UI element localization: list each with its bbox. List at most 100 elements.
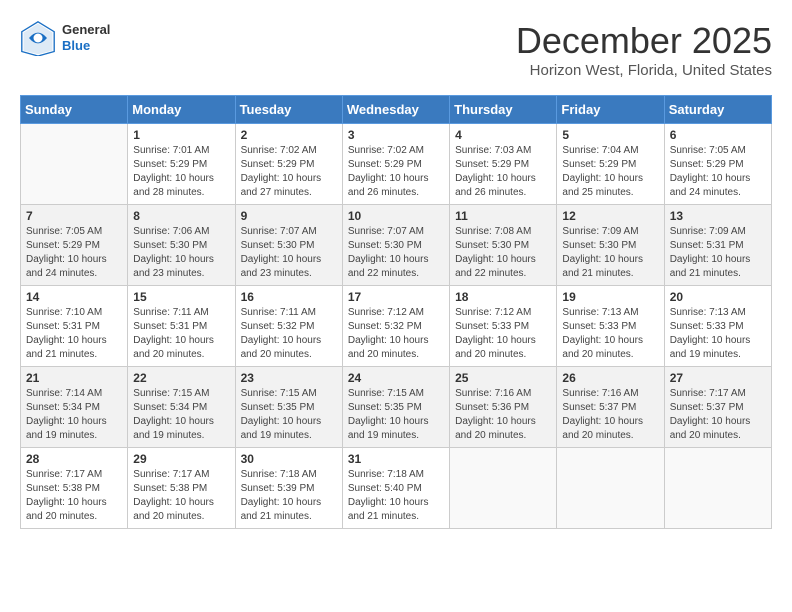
day-info: Sunrise: 7:13 AM Sunset: 5:33 PM Dayligh… xyxy=(670,306,766,362)
day-number: 28 xyxy=(26,452,122,466)
calendar-cell: 8Sunrise: 7:06 AM Sunset: 5:30 PM Daylig… xyxy=(128,205,235,286)
day-number: 17 xyxy=(348,290,444,304)
day-info: Sunrise: 7:13 AM Sunset: 5:33 PM Dayligh… xyxy=(562,306,658,362)
month-title: December 2025 xyxy=(516,20,772,62)
day-number: 9 xyxy=(241,209,337,223)
day-info: Sunrise: 7:15 AM Sunset: 5:34 PM Dayligh… xyxy=(133,387,229,443)
day-header-monday: Monday xyxy=(128,96,235,124)
day-info: Sunrise: 7:09 AM Sunset: 5:31 PM Dayligh… xyxy=(670,225,766,281)
day-info: Sunrise: 7:16 AM Sunset: 5:37 PM Dayligh… xyxy=(562,387,658,443)
day-info: Sunrise: 7:07 AM Sunset: 5:30 PM Dayligh… xyxy=(241,225,337,281)
day-number: 26 xyxy=(562,371,658,385)
calendar-cell: 11 Sunrise: 7:08 AM Sunset: 5:30 PM Dayli… xyxy=(450,205,557,286)
day-number: 11 xyxy=(455,209,551,223)
calendar-week-row: 7 Sunrise: 7:05 AM Sunset: 5:29 PM Daylig… xyxy=(21,205,772,286)
day-number: 6 xyxy=(670,128,766,142)
calendar-cell: 31 Sunrise: 7:18 AM Sunset: 5:40 PM Dayli… xyxy=(342,448,449,529)
calendar-cell: 2 Sunrise: 7:02 AM Sunset: 5:29 PM Daylig… xyxy=(235,124,342,205)
calendar-cell: 18 Sunrise: 7:12 AM Sunset: 5:33 PM Dayli… xyxy=(450,286,557,367)
day-header-saturday: Saturday xyxy=(664,96,771,124)
day-info: Sunrise: 7:05 AM Sunset: 5:29 PM Dayligh… xyxy=(26,225,122,281)
calendar-table: SundayMondayTuesdayWednesdayThursdayFrid… xyxy=(20,95,772,529)
day-number: 5 xyxy=(562,128,658,142)
day-number: 12 xyxy=(562,209,658,223)
calendar-cell: 12Sunrise: 7:09 AM Sunset: 5:30 PM Dayli… xyxy=(557,205,664,286)
day-info: Sunrise: 7:16 AM Sunset: 5:36 PM Dayligh… xyxy=(455,387,551,443)
day-number: 18 xyxy=(455,290,551,304)
day-number: 24 xyxy=(348,371,444,385)
day-number: 29 xyxy=(133,452,229,466)
calendar-cell: 21Sunrise: 7:14 AM Sunset: 5:34 PM Dayli… xyxy=(21,367,128,448)
day-info: Sunrise: 7:03 AM Sunset: 5:29 PM Dayligh… xyxy=(455,144,551,200)
calendar-cell: 29 Sunrise: 7:17 AM Sunset: 5:38 PM Dayli… xyxy=(128,448,235,529)
day-number: 31 xyxy=(348,452,444,466)
calendar-cell: 4 Sunrise: 7:03 AM Sunset: 5:29 PM Daylig… xyxy=(450,124,557,205)
calendar-cell: 23 Sunrise: 7:15 AM Sunset: 5:35 PM Dayli… xyxy=(235,367,342,448)
day-number: 4 xyxy=(455,128,551,142)
calendar-cell: 24 Sunrise: 7:15 AM Sunset: 5:35 PM Dayli… xyxy=(342,367,449,448)
calendar-week-row: 21Sunrise: 7:14 AM Sunset: 5:34 PM Dayli… xyxy=(21,367,772,448)
day-info: Sunrise: 7:18 AM Sunset: 5:40 PM Dayligh… xyxy=(348,468,444,524)
calendar-cell: 19 Sunrise: 7:13 AM Sunset: 5:33 PM Dayli… xyxy=(557,286,664,367)
day-number: 1 xyxy=(133,128,229,142)
day-info: Sunrise: 7:15 AM Sunset: 5:35 PM Dayligh… xyxy=(241,387,337,443)
calendar-cell: 5Sunrise: 7:04 AM Sunset: 5:29 PM Daylig… xyxy=(557,124,664,205)
day-info: Sunrise: 7:15 AM Sunset: 5:35 PM Dayligh… xyxy=(348,387,444,443)
day-info: Sunrise: 7:08 AM Sunset: 5:30 PM Dayligh… xyxy=(455,225,551,281)
day-info: Sunrise: 7:18 AM Sunset: 5:39 PM Dayligh… xyxy=(241,468,337,524)
calendar-cell xyxy=(450,448,557,529)
day-info: Sunrise: 7:17 AM Sunset: 5:38 PM Dayligh… xyxy=(133,468,229,524)
day-number: 10 xyxy=(348,209,444,223)
page-header: General Blue December 2025 Horizon West,… xyxy=(20,20,772,79)
day-header-tuesday: Tuesday xyxy=(235,96,342,124)
logo-icon xyxy=(20,20,56,56)
calendar-cell: 28 Sunrise: 7:17 AM Sunset: 5:38 PM Dayli… xyxy=(21,448,128,529)
title-block: December 2025 Horizon West, Florida, Uni… xyxy=(516,20,772,79)
day-info: Sunrise: 7:14 AM Sunset: 5:34 PM Dayligh… xyxy=(26,387,122,443)
logo-general-text: General xyxy=(62,22,110,38)
day-header-wednesday: Wednesday xyxy=(342,96,449,124)
day-info: Sunrise: 7:10 AM Sunset: 5:31 PM Dayligh… xyxy=(26,306,122,362)
day-info: Sunrise: 7:12 AM Sunset: 5:33 PM Dayligh… xyxy=(455,306,551,362)
day-number: 3 xyxy=(348,128,444,142)
calendar-week-row: 1 Sunrise: 7:01 AM Sunset: 5:29 PM Daylig… xyxy=(21,124,772,205)
day-number: 22 xyxy=(133,371,229,385)
calendar-cell xyxy=(557,448,664,529)
calendar-cell: 9 Sunrise: 7:07 AM Sunset: 5:30 PM Daylig… xyxy=(235,205,342,286)
calendar-cell: 25 Sunrise: 7:16 AM Sunset: 5:36 PM Dayli… xyxy=(450,367,557,448)
day-info: Sunrise: 7:17 AM Sunset: 5:37 PM Dayligh… xyxy=(670,387,766,443)
calendar-cell xyxy=(21,124,128,205)
day-info: Sunrise: 7:06 AM Sunset: 5:30 PM Dayligh… xyxy=(133,225,229,281)
day-number: 25 xyxy=(455,371,551,385)
day-info: Sunrise: 7:07 AM Sunset: 5:30 PM Dayligh… xyxy=(348,225,444,281)
day-number: 23 xyxy=(241,371,337,385)
logo-text: General Blue xyxy=(62,22,110,53)
day-number: 14 xyxy=(26,290,122,304)
day-number: 30 xyxy=(241,452,337,466)
day-info: Sunrise: 7:02 AM Sunset: 5:29 PM Dayligh… xyxy=(348,144,444,200)
day-info: Sunrise: 7:11 AM Sunset: 5:31 PM Dayligh… xyxy=(133,306,229,362)
calendar-cell: 14 Sunrise: 7:10 AM Sunset: 5:31 PM Dayli… xyxy=(21,286,128,367)
day-header-thursday: Thursday xyxy=(450,96,557,124)
day-number: 19 xyxy=(562,290,658,304)
logo: General Blue xyxy=(20,20,110,56)
calendar-header-row: SundayMondayTuesdayWednesdayThursdayFrid… xyxy=(21,96,772,124)
day-header-friday: Friday xyxy=(557,96,664,124)
calendar-cell: 10 Sunrise: 7:07 AM Sunset: 5:30 PM Dayli… xyxy=(342,205,449,286)
day-number: 16 xyxy=(241,290,337,304)
day-info: Sunrise: 7:02 AM Sunset: 5:29 PM Dayligh… xyxy=(241,144,337,200)
day-info: Sunrise: 7:01 AM Sunset: 5:29 PM Dayligh… xyxy=(133,144,229,200)
calendar-week-row: 28 Sunrise: 7:17 AM Sunset: 5:38 PM Dayli… xyxy=(21,448,772,529)
calendar-week-row: 14 Sunrise: 7:10 AM Sunset: 5:31 PM Dayli… xyxy=(21,286,772,367)
location-text: Horizon West, Florida, United States xyxy=(516,62,772,79)
calendar-cell: 27Sunrise: 7:17 AM Sunset: 5:37 PM Dayli… xyxy=(664,367,771,448)
day-info: Sunrise: 7:17 AM Sunset: 5:38 PM Dayligh… xyxy=(26,468,122,524)
calendar-cell: 22 Sunrise: 7:15 AM Sunset: 5:34 PM Dayli… xyxy=(128,367,235,448)
calendar-cell: 26 Sunrise: 7:16 AM Sunset: 5:37 PM Dayli… xyxy=(557,367,664,448)
day-number: 20 xyxy=(670,290,766,304)
day-header-sunday: Sunday xyxy=(21,96,128,124)
calendar-cell: 3 Sunrise: 7:02 AM Sunset: 5:29 PM Daylig… xyxy=(342,124,449,205)
calendar-cell: 13Sunrise: 7:09 AM Sunset: 5:31 PM Dayli… xyxy=(664,205,771,286)
day-number: 7 xyxy=(26,209,122,223)
day-number: 2 xyxy=(241,128,337,142)
